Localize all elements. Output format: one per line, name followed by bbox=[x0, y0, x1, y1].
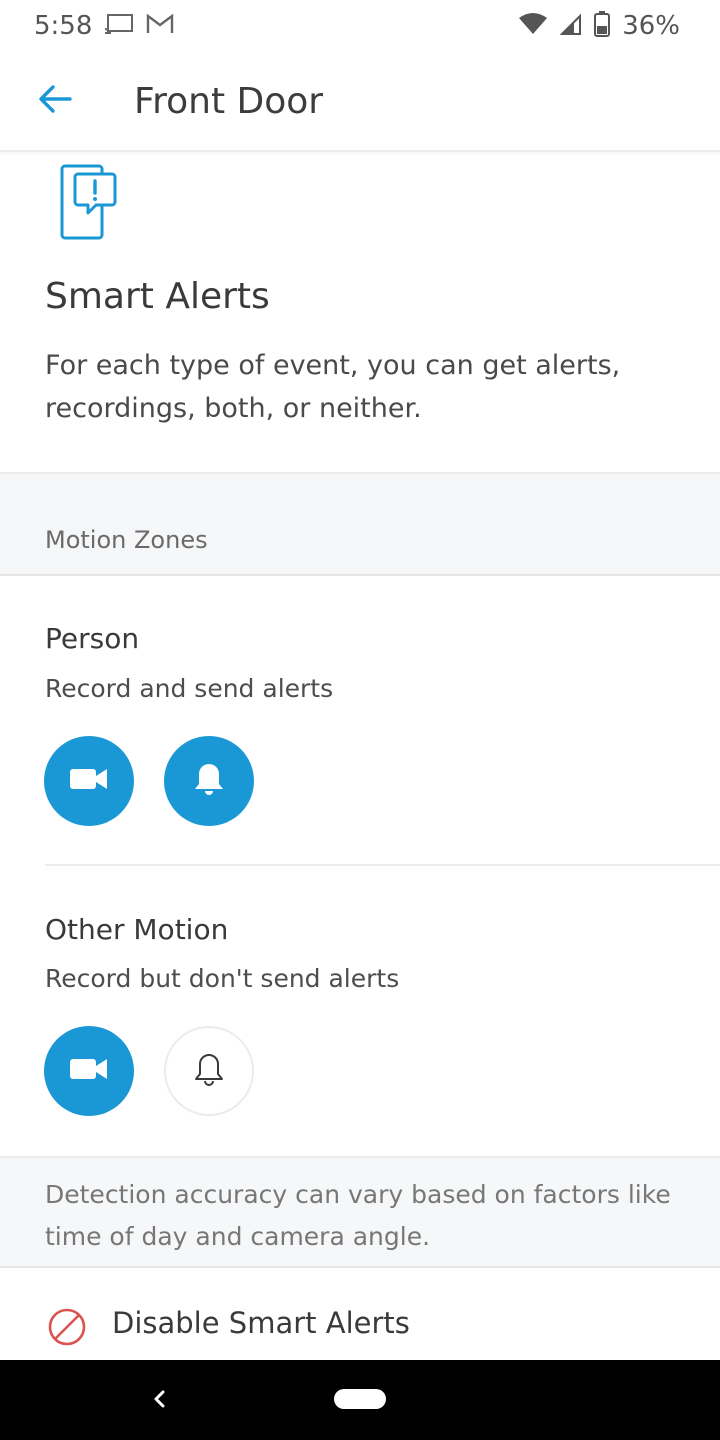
bell-outline-icon bbox=[193, 1052, 225, 1090]
event-status: Record but don't send alerts bbox=[45, 964, 400, 993]
prohibited-icon bbox=[47, 1307, 87, 1351]
section-header: Motion Zones bbox=[0, 472, 720, 576]
phone-alert-icon bbox=[56, 158, 122, 252]
alerts-toggle-button[interactable] bbox=[164, 1026, 254, 1116]
event-other-motion: Other Motion Record but don't send alert… bbox=[0, 866, 720, 1156]
status-left: 5:58 bbox=[34, 11, 174, 41]
back-button[interactable] bbox=[0, 51, 110, 151]
system-nav-bar bbox=[0, 1360, 720, 1440]
app-bar: Front Door bbox=[0, 52, 720, 152]
alerts-toggle-button[interactable] bbox=[164, 736, 254, 826]
bell-icon bbox=[193, 762, 225, 800]
event-status: Record and send alerts bbox=[45, 674, 334, 703]
section-title: Motion Zones bbox=[45, 526, 208, 554]
video-camera-icon bbox=[69, 1057, 109, 1085]
cast-icon bbox=[104, 13, 134, 39]
disable-smart-alerts-label: Disable Smart Alerts bbox=[112, 1306, 410, 1340]
status-right: 36% bbox=[518, 11, 680, 41]
record-toggle-button[interactable] bbox=[44, 736, 134, 826]
detection-footnote: Detection accuracy can vary based on fac… bbox=[0, 1156, 720, 1268]
status-bar: 5:58 36% bbox=[0, 0, 720, 52]
signal-icon bbox=[559, 12, 582, 40]
status-time: 5:58 bbox=[34, 11, 93, 41]
screen: 5:58 36% Front Door Smart Alerts For eac… bbox=[0, 0, 720, 1440]
event-name: Person bbox=[45, 622, 140, 655]
smart-alerts-title: Smart Alerts bbox=[45, 276, 270, 317]
arrow-left-icon bbox=[38, 84, 72, 118]
footnote-text: Detection accuracy can vary based on fac… bbox=[45, 1180, 671, 1251]
page-title: Front Door bbox=[134, 80, 324, 122]
gmail-icon bbox=[146, 13, 174, 39]
wifi-icon bbox=[518, 12, 548, 40]
smart-alerts-intro: Smart Alerts For each type of event, you… bbox=[0, 152, 720, 472]
battery-percent: 36% bbox=[622, 11, 680, 41]
smart-alerts-description: For each type of event, you can get aler… bbox=[45, 350, 621, 424]
video-camera-icon bbox=[69, 767, 109, 795]
record-toggle-button[interactable] bbox=[44, 1026, 134, 1116]
battery-icon bbox=[594, 11, 611, 41]
nav-back-button[interactable] bbox=[148, 1384, 170, 1418]
event-person: Person Record and send alerts bbox=[0, 576, 720, 866]
nav-home-button[interactable] bbox=[334, 1389, 386, 1409]
disable-smart-alerts-button[interactable]: Disable Smart Alerts bbox=[0, 1270, 720, 1360]
event-name: Other Motion bbox=[45, 913, 229, 946]
